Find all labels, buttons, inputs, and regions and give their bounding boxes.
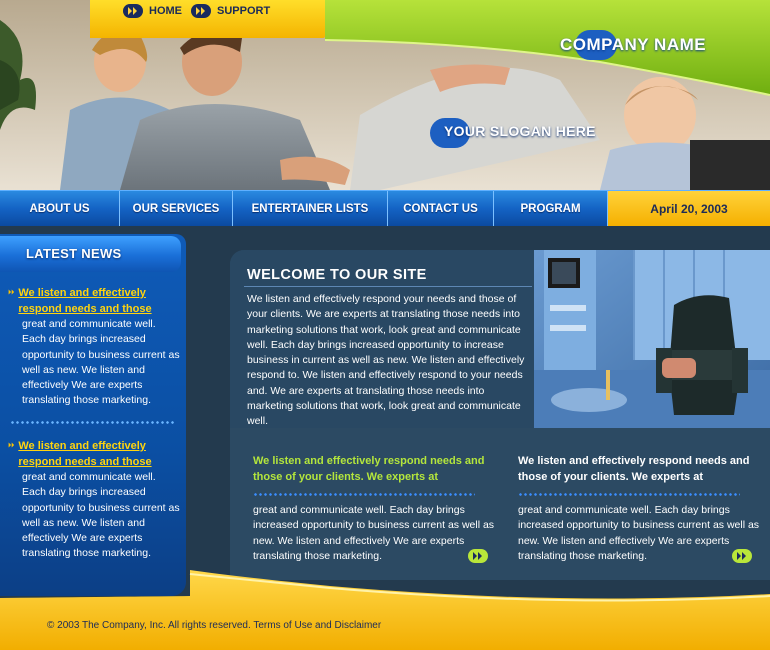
header-banner: HOME SUPPORT COMPANY NAME YOUR SLOGAN HE…	[0, 0, 770, 190]
welcome-title: WELCOME TO OUR SITE	[247, 267, 427, 283]
column-body: great and communicate well. Each day bri…	[253, 504, 495, 562]
divider	[518, 493, 740, 496]
sidebar: LATEST NEWS We listen and effectively re…	[0, 234, 186, 596]
double-arrow-icon	[8, 289, 15, 295]
living-room-photo	[534, 250, 770, 428]
nav-our-services[interactable]: OUR SERVICES	[120, 191, 233, 226]
company-name: COMPANY NAME	[560, 35, 707, 54]
news-item: We listen and effectively respond needs …	[8, 285, 180, 409]
more-arrow-button[interactable]	[732, 549, 752, 563]
slogan: YOUR SLOGAN HERE	[444, 123, 596, 139]
info-column: We listen and effectively respond needs …	[253, 453, 501, 564]
nav-contact-us[interactable]: CONTACT US	[388, 191, 494, 226]
nav-home-label: HOME	[149, 5, 182, 17]
double-arrow-icon	[473, 552, 482, 560]
footer-copyright: © 2003 The Company, Inc. All rights rese…	[47, 620, 382, 631]
news-body: great and communicate well. Each day bri…	[22, 471, 180, 560]
divider	[244, 286, 532, 287]
top-nav: HOME SUPPORT	[90, 0, 325, 38]
welcome-text: We listen and effectively respond your n…	[247, 293, 525, 428]
nav-support-link[interactable]: SUPPORT	[191, 4, 270, 18]
info-column: We listen and effectively respond needs …	[518, 453, 766, 564]
news-headline-link[interactable]: We listen and effectively respond needs …	[18, 438, 180, 470]
welcome-panel: WELCOME TO OUR SITE We listen and effect…	[230, 250, 534, 428]
nav-program[interactable]: PROGRAM	[494, 191, 608, 226]
double-arrow-icon	[8, 442, 15, 448]
double-arrow-icon	[737, 552, 746, 560]
main-content: WELCOME TO OUR SITE We listen and effect…	[230, 250, 770, 580]
news-headline-link[interactable]: We listen and effectively respond needs …	[18, 285, 180, 317]
nav-support-label: SUPPORT	[217, 5, 271, 17]
column-lead: We listen and effectively respond needs …	[518, 455, 750, 483]
nav-about-us[interactable]: ABOUT US	[0, 191, 120, 226]
nav-home-link[interactable]: HOME	[123, 4, 182, 18]
divider	[253, 493, 475, 496]
double-arrow-icon	[191, 4, 211, 18]
news-body: great and communicate well. Each day bri…	[22, 318, 180, 407]
news-item: We listen and effectively respond needs …	[8, 438, 180, 562]
double-arrow-icon	[123, 4, 143, 18]
column-lead: We listen and effectively respond needs …	[253, 455, 485, 483]
column-body: great and communicate well. Each day bri…	[518, 504, 760, 562]
main-nav: ABOUT US OUR SERVICES ENTERTAINER LISTS …	[0, 190, 770, 226]
more-arrow-button[interactable]	[468, 549, 488, 563]
current-date: April 20, 2003	[608, 191, 770, 226]
latest-news-title: LATEST NEWS	[0, 236, 181, 272]
footer-band	[0, 570, 770, 650]
divider	[10, 421, 176, 424]
nav-entertainer-lists[interactable]: ENTERTAINER LISTS	[233, 191, 388, 226]
